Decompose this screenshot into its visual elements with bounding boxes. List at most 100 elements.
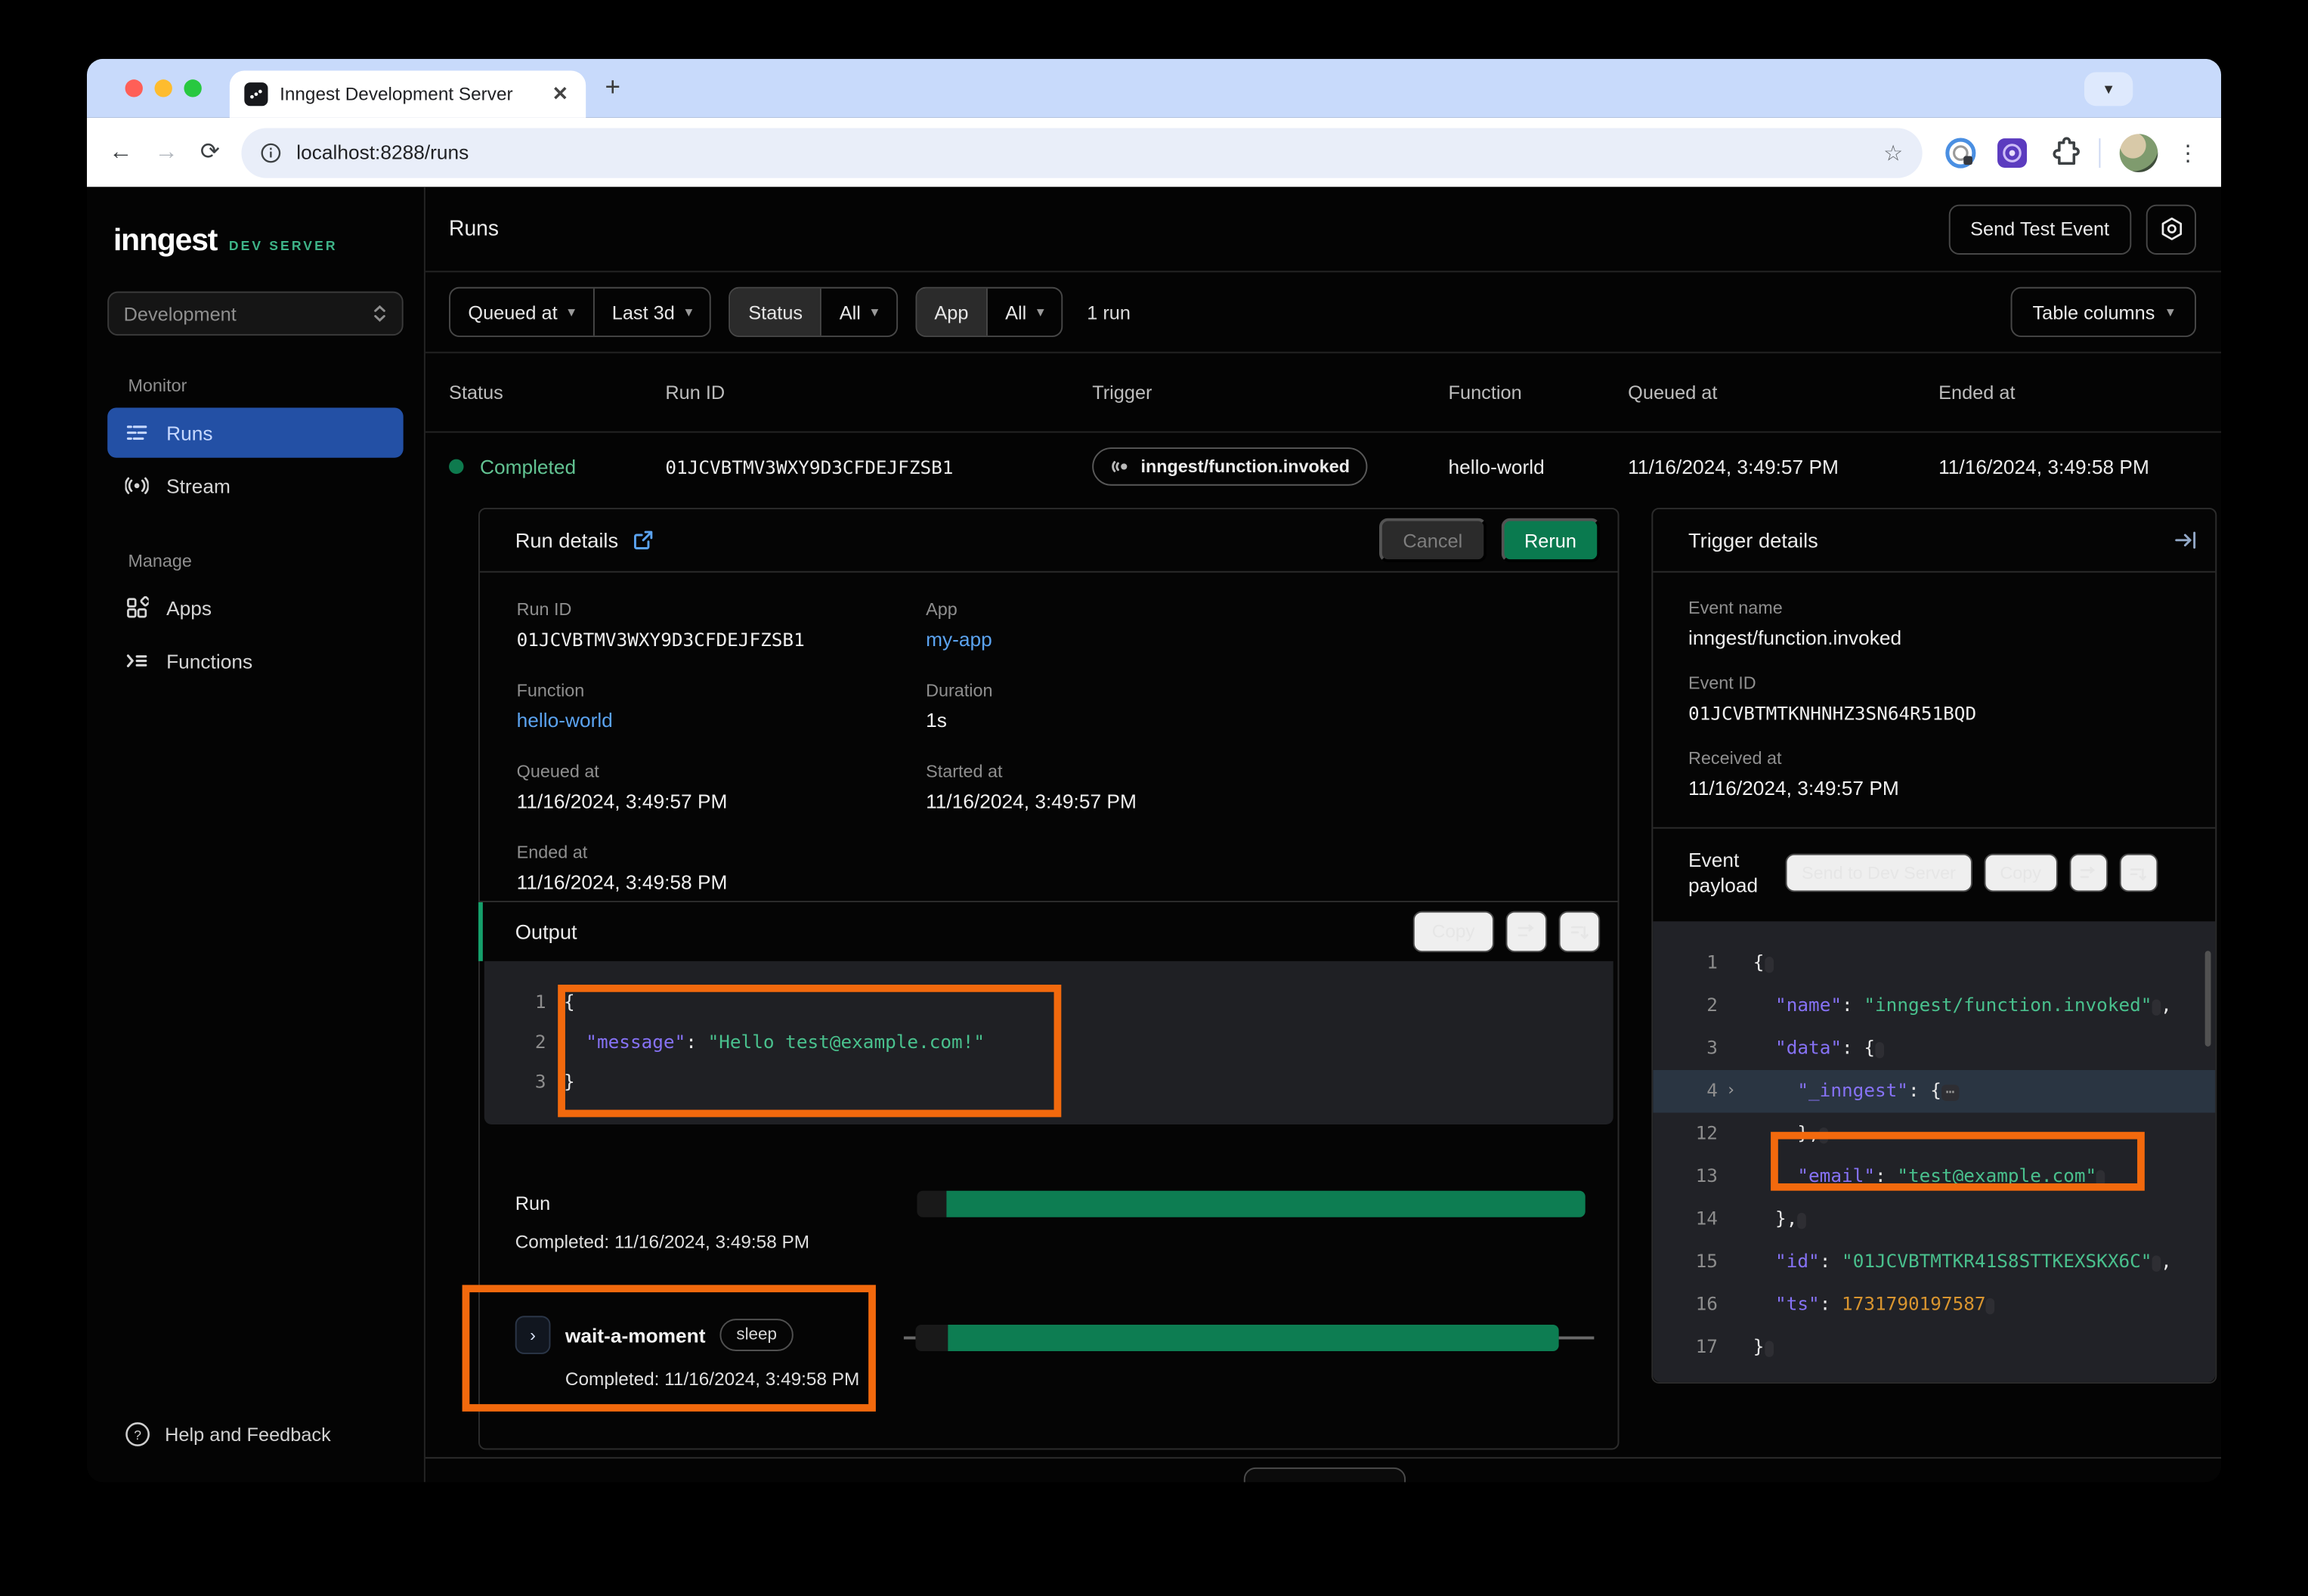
table-row[interactable]: Completed 01JCVBTMV3WXY9D3CFDEJFZSB1 inn… <box>425 433 2221 501</box>
toolbar-divider <box>2099 138 2100 167</box>
column-header[interactable]: Function <box>1449 381 1629 403</box>
apps-icon <box>125 596 149 620</box>
table-columns-button[interactable]: Table columns ▾ <box>2010 287 2196 337</box>
traffic-close-icon[interactable] <box>125 79 143 97</box>
column-header[interactable]: Ended at <box>1938 381 2221 403</box>
collapse-panel-icon[interactable] <box>2174 530 2198 550</box>
fold-ellipsis-icon[interactable] <box>2096 1170 2105 1186</box>
json-token <box>1753 1165 1798 1186</box>
run-timeline-bar[interactable] <box>917 1191 1585 1217</box>
back-icon[interactable]: ← <box>109 141 132 164</box>
sidebar-item-apps[interactable]: Apps <box>107 583 403 633</box>
profile-avatar[interactable] <box>2120 133 2158 172</box>
field-queued-at: Queued at 11/16/2024, 3:49:57 PM <box>517 761 926 812</box>
extensions-puzzle-icon[interactable] <box>2047 136 2080 169</box>
help-and-feedback[interactable]: ? Help and Feedback <box>125 1421 331 1446</box>
payload-scrollbar[interactable] <box>2205 951 2211 1047</box>
word-wrap-button[interactable] <box>1506 911 1548 953</box>
reload-icon[interactable]: ⟳ <box>200 141 220 164</box>
site-info-icon[interactable] <box>261 142 282 162</box>
fold-caret-icon[interactable] <box>1718 942 1744 985</box>
payload-copy-button[interactable]: Copy <box>1984 854 2057 892</box>
forward-icon[interactable]: → <box>155 141 178 164</box>
fold-ellipsis-icon[interactable] <box>2152 1255 2161 1271</box>
sidebar-item-functions[interactable]: Functions <box>107 636 403 685</box>
traffic-minimize-icon[interactable] <box>155 79 172 97</box>
rerun-button[interactable]: Rerun <box>1501 518 1600 562</box>
fold-ellipsis-icon[interactable] <box>1820 1127 1829 1143</box>
send-to-dev-server-button[interactable]: Send to Dev Server <box>1786 854 1972 892</box>
cutoff-button[interactable] <box>1244 1468 1406 1482</box>
sidebar-item-stream[interactable]: Stream <box>107 461 403 511</box>
fold-ellipsis-icon[interactable] <box>1764 1341 1773 1356</box>
column-header[interactable]: Trigger <box>1092 381 1448 403</box>
fold-caret-icon[interactable] <box>1718 1326 1744 1369</box>
fold-caret-icon[interactable] <box>1718 1028 1744 1070</box>
fold-caret-icon[interactable] <box>1718 1112 1744 1155</box>
trigger-event-pill[interactable]: inngest/function.invoked <box>1092 447 1367 486</box>
field-function: Function hello-world <box>517 680 926 732</box>
functions-icon <box>125 649 149 673</box>
output-copy-button[interactable]: Copy <box>1412 911 1493 953</box>
line-number: 3 <box>484 1061 546 1101</box>
column-header[interactable]: Status <box>449 381 665 403</box>
app-link[interactable]: my-app <box>926 629 1582 651</box>
tab-close-icon[interactable]: ✕ <box>549 82 571 106</box>
dev-server-badge: DEV SERVER <box>229 239 338 253</box>
status-dot-icon <box>449 459 463 474</box>
tab-search-chevron-icon[interactable]: ▾ <box>2084 72 2133 106</box>
run-details-title: Run details <box>515 528 618 552</box>
line-number: 17 <box>1653 1326 1718 1369</box>
time-range-dropdown[interactable]: Last 3d ▾ <box>592 289 710 336</box>
line-number: 1 <box>1653 942 1718 985</box>
field-label: Queued at <box>517 761 926 781</box>
field-value: 11/16/2024, 3:49:58 PM <box>517 871 926 893</box>
inngest-app: inngest DEV SERVER Development Monitor R… <box>87 187 2221 1482</box>
column-header[interactable]: Queued at <box>1628 381 1938 403</box>
step-timeline-bar[interactable] <box>904 1325 1594 1351</box>
field-value: 11/16/2024, 3:49:57 PM <box>517 790 926 812</box>
run-details-header: Run details Cancel Rerun <box>480 509 1618 573</box>
payload-scroll-bottom-button[interactable] <box>2119 854 2158 892</box>
bookmark-star-icon[interactable]: ☆ <box>1883 139 1903 165</box>
fold-ellipsis-icon[interactable] <box>2152 999 2161 1015</box>
browser-tab[interactable]: Inngest Development Server ✕ <box>230 70 586 117</box>
code-line: 13 "email": "test@example.com" <box>1653 1155 2215 1198</box>
external-link-icon[interactable] <box>633 530 654 550</box>
line-number: 15 <box>1653 1241 1718 1283</box>
app-filter-dropdown[interactable]: All ▾ <box>986 289 1062 336</box>
new-tab-button[interactable]: + <box>605 72 620 103</box>
fold-ellipsis-icon[interactable] <box>1764 957 1773 973</box>
fold-ellipsis-icon[interactable]: ⋯ <box>1941 1084 1959 1100</box>
cancel-button[interactable]: Cancel <box>1379 518 1486 562</box>
fold-caret-icon[interactable] <box>1718 1155 1744 1198</box>
sidebar-item-runs[interactable]: Runs <box>107 408 403 458</box>
scroll-to-bottom-button[interactable] <box>1559 911 1601 953</box>
payload-word-wrap-button[interactable] <box>2069 854 2108 892</box>
expand-step-button[interactable]: › <box>515 1316 551 1354</box>
password-manager-icon[interactable] <box>1944 136 1977 169</box>
code-line: 4 › "_inngest": {⋯ <box>1653 1070 2215 1112</box>
address-bar[interactable]: localhost:8288/runs ☆ <box>242 127 1922 177</box>
settings-gear-button[interactable] <box>2146 204 2196 254</box>
fold-caret-icon[interactable] <box>1718 1198 1744 1240</box>
code-text: { <box>1744 942 1773 985</box>
browser-menu-icon[interactable]: ⋮ <box>2177 139 2199 165</box>
purple-extension-icon[interactable] <box>1996 136 2028 169</box>
fold-caret-icon[interactable] <box>1718 1241 1744 1283</box>
fold-ellipsis-icon[interactable] <box>1797 1213 1806 1229</box>
fold-ellipsis-icon[interactable] <box>1986 1298 1995 1314</box>
fold-caret-icon[interactable] <box>1718 1283 1744 1325</box>
fold-ellipsis-icon[interactable] <box>1875 1042 1884 1058</box>
fold-caret-icon[interactable] <box>1718 985 1744 1027</box>
gear-icon <box>2158 216 2183 241</box>
status-filter-dropdown[interactable]: All ▾ <box>820 289 896 336</box>
send-test-event-button[interactable]: Send Test Event <box>1948 204 2131 254</box>
fold-caret-icon[interactable]: › <box>1718 1070 1744 1112</box>
time-field-dropdown[interactable]: Queued at ▾ <box>450 289 592 336</box>
environment-select[interactable]: Development <box>107 292 403 336</box>
column-header[interactable]: Run ID <box>665 381 1092 403</box>
function-link[interactable]: hello-world <box>517 710 926 732</box>
manage-section-label: Manage <box>128 550 403 571</box>
traffic-maximize-icon[interactable] <box>184 79 201 97</box>
